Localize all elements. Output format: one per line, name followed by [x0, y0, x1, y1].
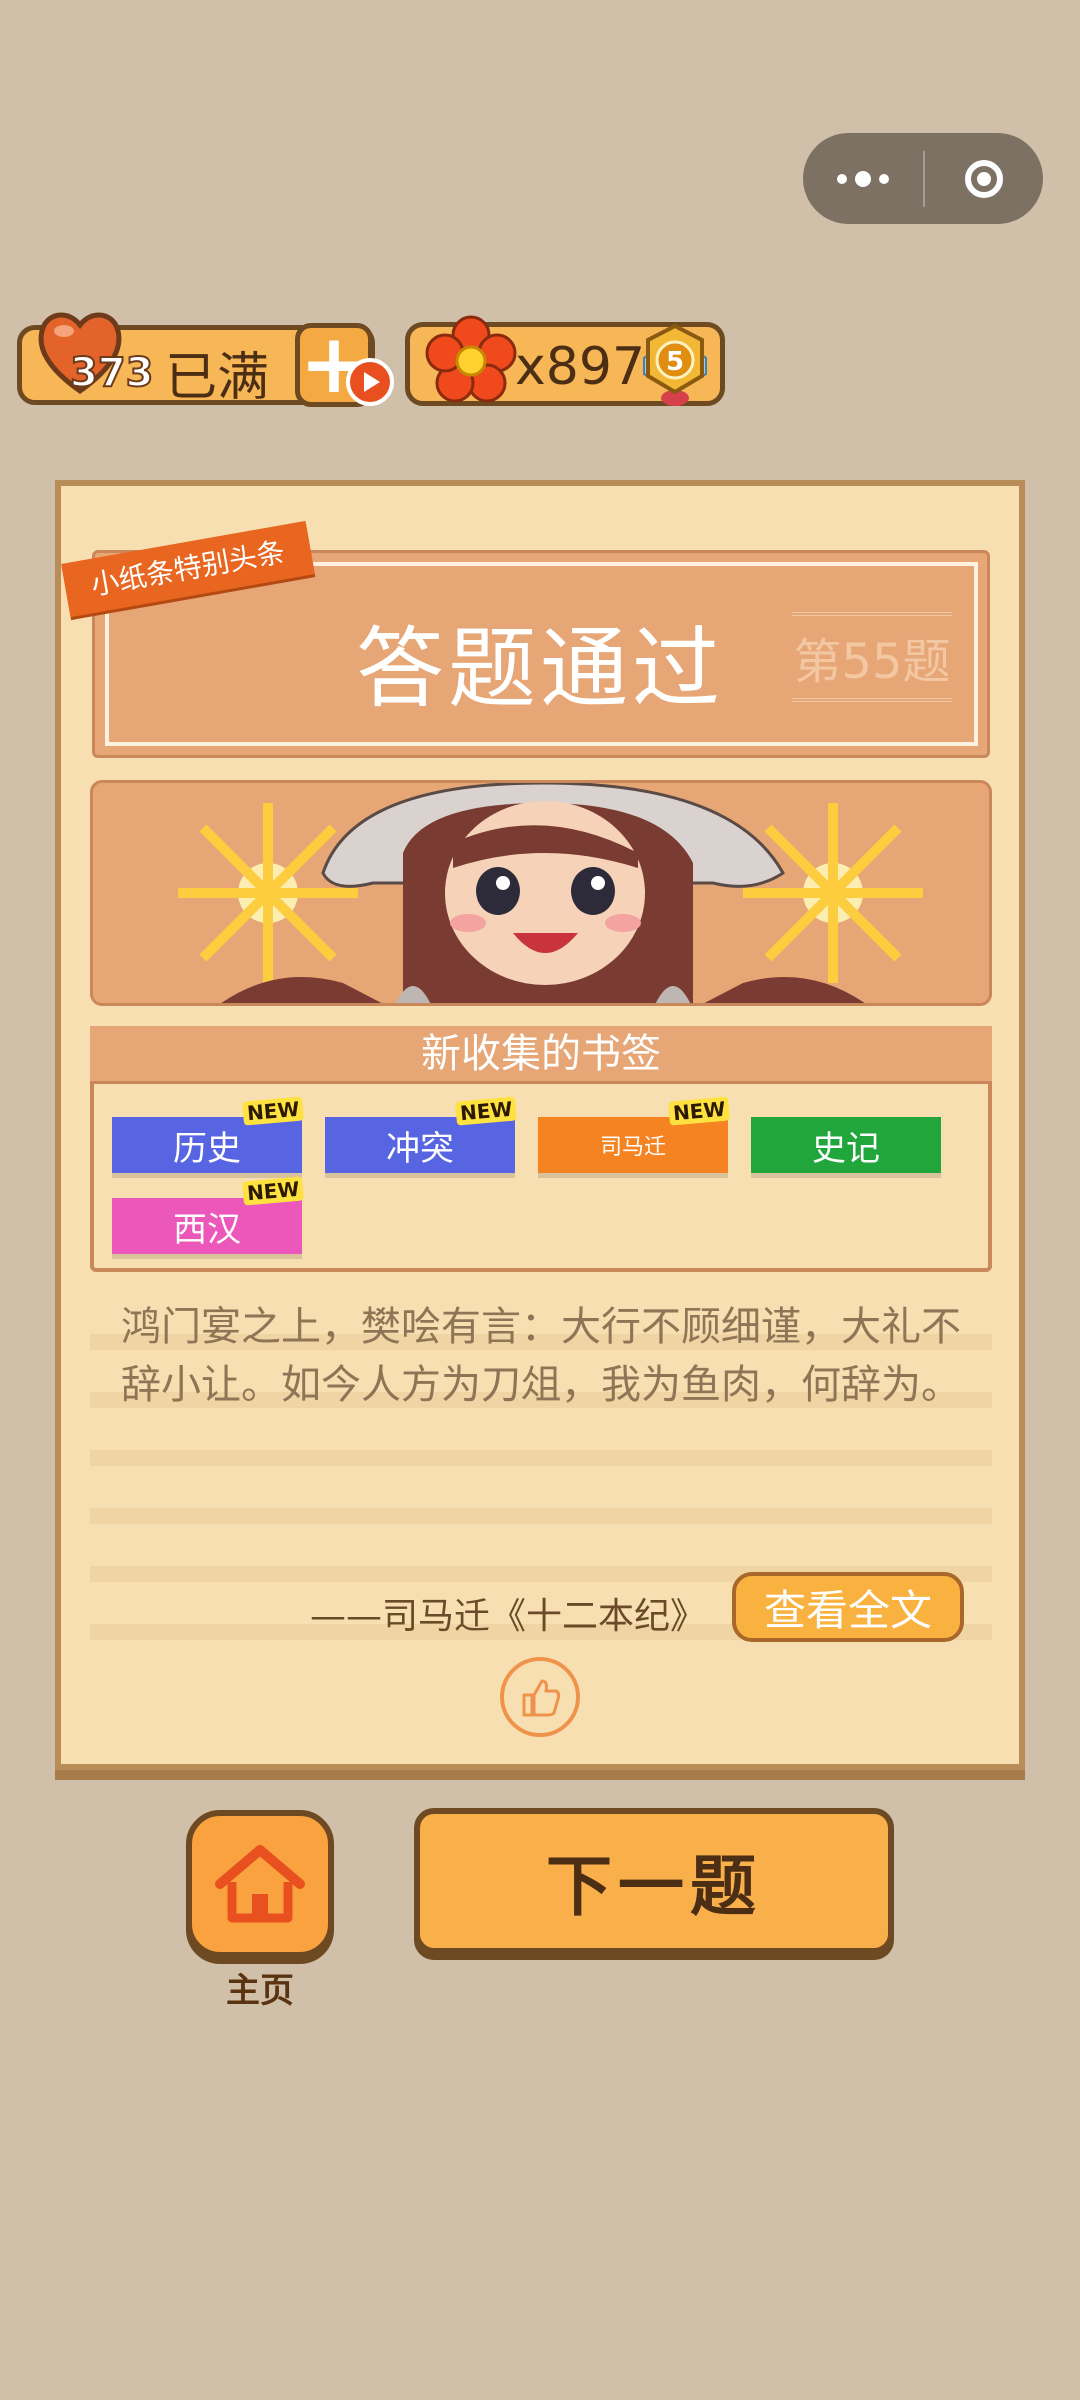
bookmark-heading: 新收集的书签	[90, 1026, 992, 1084]
character-image	[178, 783, 923, 1003]
sunburst-right	[743, 803, 923, 983]
bookmark-tag-conflict[interactable]: 冲突	[325, 1117, 515, 1173]
heart-status: 已满	[165, 348, 270, 408]
home-icon	[215, 1845, 305, 1923]
bookmark-tag-shiji[interactable]: 史记	[751, 1117, 941, 1173]
bookmark-tag-simaqian[interactable]: 司马迁	[538, 1117, 728, 1173]
bookmark-tag-history[interactable]: 历史	[112, 1117, 302, 1173]
play-icon[interactable]	[346, 358, 394, 406]
tag-label: 西汉	[173, 1209, 241, 1250]
character-illustration	[90, 780, 992, 1006]
tag-label: 司马迁	[599, 1135, 666, 1160]
home-label: 主页	[226, 1971, 294, 2011]
tag-label: 史记	[812, 1128, 880, 1169]
quote-text: 鸿门宴之上，樊哙有言：大行不顾细谨，大礼不辞小让。如今人方为刀俎，我为鱼肉，何辞…	[121, 1304, 961, 1408]
heart-count: 373	[69, 349, 154, 397]
sunburst-left	[178, 803, 358, 983]
thumbs-up-icon[interactable]	[500, 1657, 580, 1737]
more-icon[interactable]	[803, 133, 923, 224]
next-question-button[interactable]: 下一题	[414, 1808, 894, 1954]
level-badge-icon[interactable]: 5	[638, 318, 712, 408]
quote-source: ——司马迁《十二本纪》	[310, 1596, 707, 1637]
bookmark-tag-western-han[interactable]: 西汉	[112, 1198, 302, 1254]
view-full-text-button[interactable]: 查看全文	[732, 1572, 964, 1642]
miniprogram-capsule	[803, 133, 1043, 224]
home-button[interactable]	[186, 1810, 334, 1958]
close-target-icon[interactable]	[925, 133, 1043, 224]
tag-label: 历史	[173, 1128, 241, 1169]
flower-count: x897	[515, 337, 646, 397]
level-badge-number: 5	[666, 347, 684, 377]
level-number: 第55题	[792, 612, 952, 702]
tag-label: 冲突	[386, 1128, 454, 1169]
flower-icon	[425, 315, 517, 403]
